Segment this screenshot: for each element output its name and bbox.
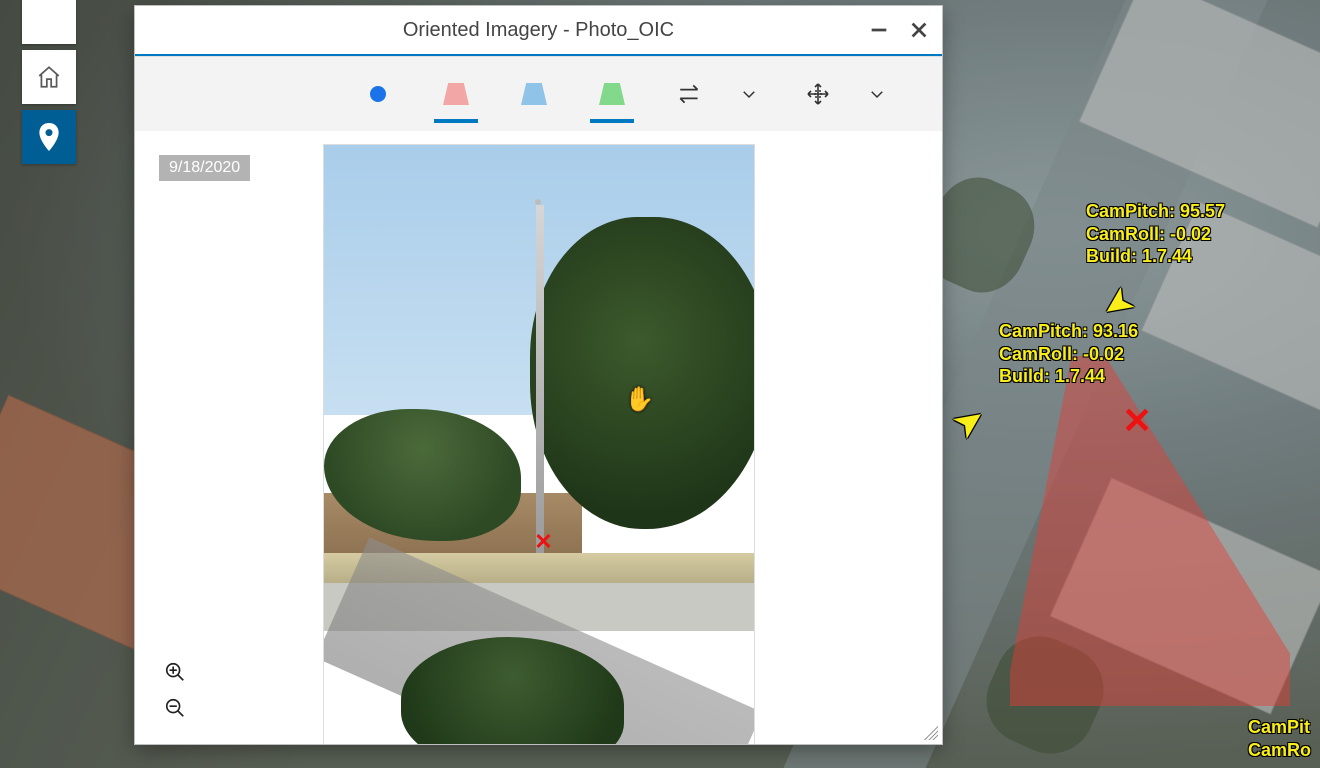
oriented-imagery-button[interactable] — [22, 110, 76, 164]
zoom-in-button[interactable] — [161, 658, 189, 686]
oriented-imagery-panel: Oriented Imagery - Photo_OIC — [135, 6, 942, 744]
left-sidebar — [22, 0, 76, 170]
close-button[interactable] — [902, 13, 936, 47]
swap-icon — [677, 83, 703, 105]
zoom-in-icon — [164, 661, 186, 683]
zoom-out-button[interactable] — [161, 694, 189, 722]
point-tool[interactable] — [350, 65, 406, 123]
chevron-down-icon — [740, 85, 758, 103]
zoom-tools — [161, 658, 189, 722]
minimize-button[interactable] — [862, 13, 896, 47]
photo-light-head — [535, 199, 541, 205]
camera-metadata-label-partial: CamPit CamRo — [1248, 716, 1311, 761]
move-tool[interactable] — [790, 65, 846, 123]
oriented-photo[interactable]: ✕ ✋ — [324, 145, 754, 744]
chevron-down-icon — [868, 85, 886, 103]
close-icon — [908, 19, 930, 41]
camera-metadata-label: CamPitch: 95.57 CamRoll: -0.02 Build: 1.… — [1086, 200, 1225, 268]
hand-cursor-icon: ✋ — [625, 385, 655, 414]
point-icon — [370, 86, 386, 102]
home-icon — [36, 64, 62, 90]
map-target-x-icon: ✕ — [1122, 400, 1152, 442]
zoom-out-icon — [164, 697, 186, 719]
image-viewer[interactable]: 9/18/2020 ✕ ✋ — [135, 131, 942, 744]
photo-target-x-icon: ✕ — [534, 529, 552, 555]
photo-tree — [530, 217, 754, 529]
image-date-badge: 9/18/2020 — [159, 155, 250, 181]
resize-grip[interactable] — [924, 726, 938, 740]
move-dropdown[interactable] — [868, 85, 896, 103]
frustum-green-icon — [599, 83, 625, 105]
swap-dropdown[interactable] — [740, 85, 768, 103]
minimize-icon — [868, 19, 890, 41]
panel-titlebar[interactable]: Oriented Imagery - Photo_OIC — [135, 6, 942, 56]
frustum-pink-icon — [443, 83, 469, 105]
viewer-toolbar — [135, 56, 942, 131]
frustum-blue-icon — [521, 83, 547, 105]
panel-title: Oriented Imagery - Photo_OIC — [403, 19, 674, 42]
additional-frustum-tool[interactable] — [584, 65, 640, 123]
sidebar-blank-button[interactable] — [22, 0, 76, 44]
swap-tool[interactable] — [662, 65, 718, 123]
photo-light-pole — [536, 205, 544, 553]
similar-frustum-tool[interactable] — [506, 65, 562, 123]
map-pin-icon — [38, 123, 60, 151]
camera-metadata-label: CamPitch: 93.16 CamRoll: -0.02 Build: 1.… — [999, 320, 1138, 388]
move-icon — [806, 82, 830, 106]
coverage-frustum-tool[interactable] — [428, 65, 484, 123]
home-button[interactable] — [22, 50, 76, 104]
